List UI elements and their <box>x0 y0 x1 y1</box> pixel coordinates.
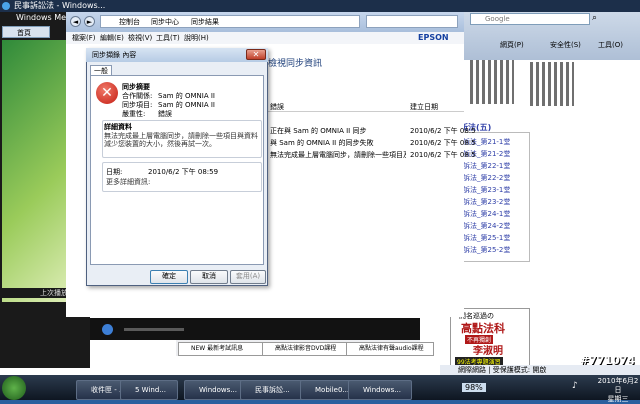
epson-logo: EPSON <box>418 33 449 42</box>
tools-menu[interactable]: 工具(O) <box>598 40 623 50</box>
date-value: 2010/6/2 下午 08:59 <box>148 168 219 176</box>
sync-center-titlebar: ◄ ► 控制台 同步中心 同步結果 <box>66 12 464 32</box>
page-menu[interactable]: 網頁(P) <box>500 40 524 50</box>
clock-date: 2010年6月2日 <box>597 377 639 394</box>
search-placeholder: Google <box>485 15 510 23</box>
sync-heading: 檢視同步資訊 <box>268 59 323 69</box>
date-label: 日期: <box>106 168 123 176</box>
media-player-tab[interactable]: 首頁 <box>2 26 50 38</box>
law-link[interactable]: 訴法_第25-1堂 <box>463 233 510 244</box>
browser-search-input[interactable]: Google <box>470 13 590 25</box>
col-date[interactable]: 建立日期 <box>410 102 438 112</box>
apply-button[interactable]: 套用(A) <box>230 270 266 284</box>
cancel-button[interactable]: 取消 <box>190 270 228 284</box>
law-link[interactable]: 訴法_第22-2堂 <box>463 173 510 184</box>
news-button[interactable]: NEW 最新考試訊息 <box>178 342 272 356</box>
menu-edit[interactable]: 編輯(E) <box>100 32 124 44</box>
law-link[interactable]: 訴法_第25-2堂 <box>463 245 510 256</box>
menu-view[interactable]: 檢視(V) <box>128 32 152 44</box>
more-info-link[interactable]: 更多詳細資訊: <box>106 177 150 187</box>
dialog-title: 同步擷錄 內容 <box>86 48 268 62</box>
volume-icon[interactable]: ♪ <box>572 381 582 391</box>
browser-title: 民事訴訟法 - Windows... <box>14 1 106 10</box>
close-button[interactable]: ✕ <box>246 49 266 60</box>
table-row-date: 2010/6/2 下午 08:5 <box>410 151 476 159</box>
details-text: 減少您裝置的大小，然後再試一次。 <box>104 140 216 148</box>
law-link[interactable]: 訴法_第24-1堂 <box>463 209 510 220</box>
menu-file[interactable]: 檔案(F) <box>72 32 96 44</box>
table-row[interactable]: 無法完成最上層電腦同步，請刪除一些項目及資料... <box>270 150 406 160</box>
table-row[interactable]: 與 Sam 的 OMNIA II 的同步失敗 <box>270 138 406 148</box>
taskbar-item[interactable]: 5 Wind... <box>120 380 178 400</box>
taskbar-item[interactable]: Windows... <box>348 380 412 400</box>
breadcrumb[interactable]: 控制台 同步中心 同步結果 <box>100 15 360 28</box>
start-orb-icon[interactable] <box>2 376 26 400</box>
table-row[interactable]: 正在與 Sam 的 OMNIA II 同步 <box>270 126 406 136</box>
menu-tools[interactable]: 工具(T) <box>156 32 180 44</box>
sync-menubar: 檔案(F) 編輯(E) 檢視(V) 工具(T) 說明(H) <box>66 32 464 44</box>
forward-arrow-icon[interactable]: ► <box>84 16 95 27</box>
ad-line: 李淑明 <box>473 346 503 357</box>
col-error[interactable]: 錯誤 <box>270 102 284 112</box>
zoom-level[interactable]: 98% <box>462 383 486 392</box>
table-row-date: 2010/6/2 下午 08:5 <box>410 127 476 135</box>
breadcrumb-item[interactable]: 同步結果 <box>191 16 219 28</box>
qr-code-image <box>470 60 514 104</box>
ok-button[interactable]: 確定 <box>150 270 188 284</box>
severity-value: 錯誤 <box>158 110 172 118</box>
search-icon[interactable]: ⌕ <box>592 13 604 25</box>
dvd-course-button[interactable]: 高點法律影音DVD課程 <box>262 342 356 356</box>
volume-slider[interactable] <box>124 328 184 331</box>
qr-code-image <box>530 62 574 106</box>
law-link[interactable]: 訴法_第23-1堂 <box>463 185 510 196</box>
watermark-text: #771074 <box>580 354 636 367</box>
security-zone-status: 網際網路 | 受保護模式: 開啟 <box>458 366 547 374</box>
close-icon: ✕ <box>252 50 260 59</box>
sync-search-input[interactable] <box>366 15 458 28</box>
audio-course-button[interactable]: 高點法律有聲audio課程 <box>346 342 434 356</box>
table-row-date: 2010/6/2 下午 08:5 <box>410 139 476 147</box>
ie-logo-icon <box>2 2 10 10</box>
law-link[interactable]: 訴法_第23-2堂 <box>463 197 510 208</box>
tab-general[interactable]: 一般 <box>90 65 112 75</box>
back-arrow-icon[interactable]: ◄ <box>70 16 81 27</box>
safety-menu[interactable]: 安全性(S) <box>550 40 581 50</box>
browser-titlebar: 民事訴訟法 - Windows... <box>0 0 640 12</box>
sync-table-header: 錯誤 建立日期 <box>268 102 464 112</box>
severity-label: 嚴重性: <box>122 110 146 118</box>
ad-line: 高點法科 <box>461 322 505 335</box>
law-link[interactable]: 訴法_第22-1堂 <box>463 161 510 172</box>
breadcrumb-item[interactable]: 同步中心 <box>151 16 179 28</box>
play-pause-button[interactable] <box>102 324 113 335</box>
breadcrumb-item[interactable]: 控制台 <box>119 16 140 28</box>
error-icon: ✕ <box>96 82 118 104</box>
menu-help[interactable]: 說明(H) <box>184 32 209 44</box>
law-link[interactable]: 訴法_第24-2堂 <box>463 221 510 232</box>
law-ad-banner[interactable]: 開名巡過の 高點法科 不再獨創 李淑明 99法考專題演習 <box>450 308 530 368</box>
